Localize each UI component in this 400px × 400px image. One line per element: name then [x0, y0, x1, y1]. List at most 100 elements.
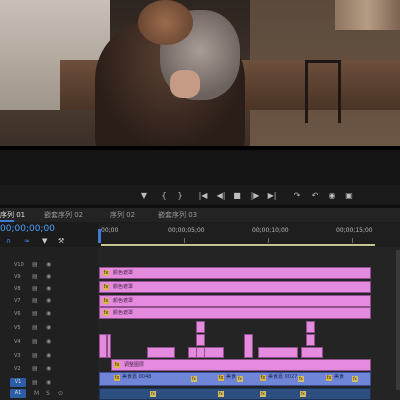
adjustment-clip[interactable] [301, 347, 323, 358]
snap-icon[interactable]: ∩ [6, 236, 11, 246]
adjustment-clip[interactable] [99, 334, 107, 358]
wrench-icon[interactable]: ⚒ [58, 236, 64, 246]
track-label: V4 [14, 339, 21, 345]
program-monitor [0, 0, 400, 185]
track-label: V6 [14, 311, 21, 317]
track-target-label[interactable]: V1 [10, 378, 26, 387]
tab-sequence-02[interactable]: 序列 02 [110, 208, 135, 222]
track-label: V2 [14, 366, 21, 372]
ruler-tick [184, 238, 185, 243]
go-to-out-icon[interactable]: ▶| [265, 186, 279, 206]
adjustment-clip[interactable] [306, 321, 315, 333]
track-header-v3[interactable]: V3 ▤ ◉ [0, 351, 98, 361]
playhead-marker[interactable] [98, 229, 101, 243]
adjustment-clip[interactable] [196, 347, 205, 358]
track-header-v4[interactable]: V4 ▤ ◉ [0, 337, 98, 347]
eye-icon[interactable]: ◉ [46, 284, 51, 294]
fx-badge: fx [218, 375, 224, 381]
fx-badge: fx [260, 391, 266, 397]
mark-in-icon[interactable]: { [157, 186, 171, 206]
track-header-a1[interactable]: A1 M S ⊙ [0, 389, 98, 399]
eye-icon[interactable]: ◉ [46, 260, 51, 270]
color-matte-clip[interactable] [99, 295, 371, 307]
color-matte-clip[interactable] [99, 307, 371, 319]
eye-icon[interactable]: ◉ [46, 351, 51, 361]
ruler-tick [268, 238, 269, 243]
track-header-v8[interactable]: V8 ▤ ◉ [0, 284, 98, 294]
adjustment-clip[interactable] [258, 347, 298, 358]
adjustment-clip[interactable] [188, 347, 224, 358]
ruler-label-15s: 00;00;15;00 [336, 227, 373, 234]
fx-badge: fx [191, 376, 197, 382]
sync-lock-icon[interactable]: ▤ [32, 337, 38, 347]
frame-hand [170, 70, 200, 98]
track-target-label[interactable]: A1 [10, 389, 26, 398]
sync-lock-icon[interactable]: ▤ [32, 272, 38, 282]
sync-lock-icon[interactable]: ▤ [32, 284, 38, 294]
fx-badge: fx [237, 376, 243, 382]
step-forward-icon[interactable]: |▶ [248, 186, 262, 206]
sync-lock-icon[interactable]: ▤ [32, 378, 38, 388]
track-header-v2[interactable]: V2 ▤ ◉ [0, 364, 98, 374]
add-marker-icon[interactable]: ▼ [137, 186, 151, 206]
stop-icon[interactable]: ■ [230, 186, 244, 206]
fx-badge: fx [260, 375, 266, 381]
adjustment-clip[interactable] [244, 334, 253, 358]
fx-badge: fx [326, 375, 332, 381]
clip-label: 调整图层 [124, 362, 145, 368]
adjustment-clip[interactable] [196, 334, 205, 346]
adjustment-clip[interactable] [306, 334, 315, 346]
track-label: V3 [14, 353, 21, 359]
color-matte-clip[interactable] [99, 281, 371, 293]
eye-icon[interactable]: ◉ [46, 296, 51, 306]
eye-icon[interactable]: ◉ [46, 378, 51, 388]
track-header-v6[interactable]: V6 ▤ ◉ [0, 309, 98, 319]
track-header-v5[interactable]: V5 ▤ ◉ [0, 323, 98, 333]
ruler-tick [352, 238, 353, 243]
sync-lock-icon[interactable]: ▤ [32, 364, 38, 374]
export-frame-icon[interactable]: ◉ [325, 186, 339, 206]
sync-lock-icon[interactable]: ▤ [32, 260, 38, 270]
color-matte-clip[interactable] [99, 267, 371, 279]
insert-icon[interactable]: ↷ [290, 186, 304, 206]
comparison-view-icon[interactable]: ▣ [342, 186, 356, 206]
step-back-icon[interactable]: ◀| [214, 186, 228, 206]
timeline-vertical-scrollbar[interactable] [396, 250, 400, 390]
linked-selection-icon[interactable]: ≈ [24, 236, 30, 246]
sync-lock-icon[interactable]: ▤ [32, 351, 38, 361]
eye-icon[interactable]: ◉ [46, 272, 51, 282]
frame-chair [305, 60, 341, 123]
tab-nested-sequence-03[interactable]: 嵌套序列 03 [158, 208, 197, 222]
fx-badge: fx [103, 270, 109, 276]
work-area-bar[interactable] [101, 244, 375, 246]
adjustment-clip[interactable] [147, 347, 175, 358]
add-marker-tool-icon[interactable]: ▼ [42, 236, 47, 246]
adjustment-clip[interactable] [196, 321, 205, 333]
tab-nested-sequence-02[interactable]: 嵌套序列 02 [44, 208, 83, 222]
track-header-v7[interactable]: V7 ▤ ◉ [0, 296, 98, 306]
track-header-v1[interactable]: V1 ▤ ◉ [0, 378, 98, 388]
eye-icon[interactable]: ◉ [46, 337, 51, 347]
solo-button[interactable]: S [46, 389, 50, 399]
audio-clip[interactable] [99, 388, 371, 400]
video-frame [0, 0, 400, 150]
mute-button[interactable]: M [34, 389, 39, 399]
ruler-label-5s: 00;00;05;00 [168, 227, 205, 234]
mark-out-icon[interactable]: } [173, 186, 187, 206]
eye-icon[interactable]: ◉ [46, 364, 51, 374]
adjustment-clip[interactable] [107, 334, 111, 358]
track-label: V5 [14, 325, 21, 331]
eye-icon[interactable]: ◉ [46, 309, 51, 319]
playhead-timecode[interactable]: 00;00;00;00 [0, 223, 55, 235]
overwrite-icon[interactable]: ↶ [308, 186, 322, 206]
track-header-v10[interactable]: V10 ▤ ◉ [0, 260, 98, 270]
sync-lock-icon[interactable]: ▤ [32, 296, 38, 306]
go-to-in-icon[interactable]: |◀ [196, 186, 210, 206]
track-label: V8 [14, 286, 21, 292]
eye-icon[interactable]: ◉ [46, 323, 51, 333]
track-header-v9[interactable]: V9 ▤ ◉ [0, 272, 98, 282]
sync-lock-icon[interactable]: ▤ [32, 309, 38, 319]
sync-lock-icon[interactable]: ▤ [32, 323, 38, 333]
microphone-icon[interactable]: ⊙ [58, 389, 63, 399]
adjustment-layer-clip[interactable] [111, 359, 371, 371]
